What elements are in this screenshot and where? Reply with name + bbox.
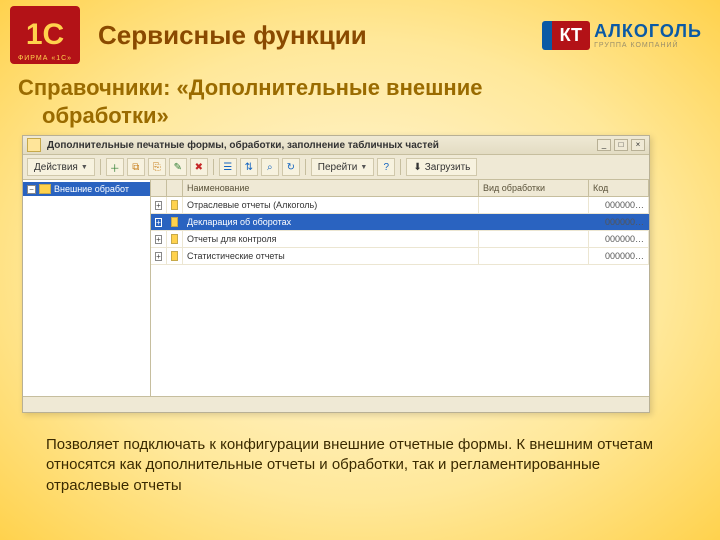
expand-icon: + [155, 218, 162, 227]
grid-row[interactable]: + Отчеты для контроля 000000… [151, 231, 649, 248]
row-icon-cell [167, 197, 183, 213]
close-button[interactable]: × [631, 139, 645, 151]
download-icon: ⬇ [413, 162, 421, 173]
row-toggle-cell[interactable]: + [151, 214, 167, 230]
logo-alkogol: КТ АЛКОГОЛЬ ГРУППА КОМПАНИЙ [542, 21, 702, 50]
logo-kt: КТ [542, 21, 590, 50]
subheading-line1: Справочники: «Дополнительные внешние [18, 75, 482, 100]
toolbar-separator [400, 159, 401, 175]
statusbar [23, 396, 649, 412]
row-name: Декларация об оборотах [183, 214, 479, 230]
tree-root-node[interactable]: − Внешние обработ [23, 182, 150, 196]
window-body: − Внешние обработ Наименование Вид обраб… [23, 180, 649, 396]
move-button[interactable]: ⇅ [240, 158, 258, 176]
grid-row[interactable]: + Декларация об оборотах 000000… [151, 214, 649, 231]
row-kind [479, 197, 589, 213]
tree-panel: − Внешние обработ [23, 180, 151, 396]
grid-rows: + Отраслевые отчеты (Алкоголь) 000000… + Дек… [151, 197, 649, 396]
slide-subheading: Справочники: «Дополнительные внешние обр… [18, 74, 690, 129]
slide-caption: Позволяет подключать к конфигурации внеш… [46, 435, 662, 496]
logo-alko-text: АЛКОГОЛЬ [594, 21, 702, 42]
row-toggle-cell[interactable]: + [151, 197, 167, 213]
grid-col-code[interactable]: Код [589, 180, 649, 196]
row-code: 000000… [589, 248, 649, 264]
grid-col-name[interactable]: Наименование [183, 180, 479, 196]
add-group-button[interactable]: ⧉ [127, 158, 145, 176]
hierarchy-button[interactable]: ☰ [219, 158, 237, 176]
chevron-down-icon: ▼ [360, 164, 367, 171]
slide-header: 1C ФИРМА «1С» Сервисные функции КТ АЛКОГ… [0, 0, 720, 64]
grid-row[interactable]: + Отраслевые отчеты (Алкоголь) 000000… [151, 197, 649, 214]
actions-menu[interactable]: Действия ▼ [27, 158, 95, 176]
logo-alko-sub: ГРУППА КОМПАНИЙ [594, 42, 702, 49]
logo-1c-text: 1C [26, 20, 64, 50]
chevron-down-icon: ▼ [81, 164, 88, 171]
row-code: 000000… [589, 214, 649, 230]
folder-icon [39, 184, 51, 194]
copy-button[interactable]: ⎘ [148, 158, 166, 176]
row-name: Статистические отчеты [183, 248, 479, 264]
window-icon [27, 138, 41, 152]
row-kind [479, 248, 589, 264]
refresh-button[interactable]: ↻ [282, 158, 300, 176]
toolbar: Действия ▼ ＋ ⧉ ⎘ ✎ ✖ ☰ ⇅ ⌕ ↻ Перейти ▼ [23, 155, 649, 180]
toolbar-separator [213, 159, 214, 175]
grid-col-icon [167, 180, 183, 196]
row-name: Отраслевые отчеты (Алкоголь) [183, 197, 479, 213]
row-code: 000000… [589, 231, 649, 247]
row-toggle-cell[interactable]: + [151, 231, 167, 247]
subheading-line2: обработки» [42, 102, 169, 130]
maximize-button[interactable]: □ [614, 139, 628, 151]
row-code: 000000… [589, 197, 649, 213]
logo-1c: 1C ФИРМА «1С» [10, 6, 80, 64]
row-name: Отчеты для контроля [183, 231, 479, 247]
grid-col-toggle [151, 180, 167, 196]
minimize-button[interactable]: _ [597, 139, 611, 151]
load-label: Загрузить [425, 162, 471, 173]
tree-expand-icon[interactable]: − [27, 185, 36, 194]
delete-button[interactable]: ✖ [190, 158, 208, 176]
row-icon-cell [167, 214, 183, 230]
grid-panel: Наименование Вид обработки Код + Отраслев… [151, 180, 649, 396]
titlebar: Дополнительные печатные формы, обработки… [23, 136, 649, 155]
edit-button[interactable]: ✎ [169, 158, 187, 176]
folder-icon [171, 217, 178, 227]
folder-icon [171, 251, 178, 261]
folder-icon [171, 234, 178, 244]
slide-content: Справочники: «Дополнительные внешние обр… [0, 64, 720, 496]
window-title: Дополнительные печатные формы, обработки… [47, 140, 591, 151]
grid-row[interactable]: + Статистические отчеты 000000… [151, 248, 649, 265]
tree-root-label: Внешние обработ [54, 184, 129, 194]
slide-title: Сервисные функции [98, 20, 524, 51]
row-icon-cell [167, 231, 183, 247]
row-kind [479, 231, 589, 247]
actions-label: Действия [34, 162, 78, 173]
row-icon-cell [167, 248, 183, 264]
logo-1c-sub: ФИРМА «1С» [10, 55, 80, 62]
add-button[interactable]: ＋ [106, 158, 124, 176]
toolbar-separator [100, 159, 101, 175]
help-button[interactable]: ? [377, 158, 395, 176]
expand-icon: + [155, 201, 162, 210]
toolbar-separator [305, 159, 306, 175]
slide: 1C ФИРМА «1С» Сервисные функции КТ АЛКОГ… [0, 0, 720, 540]
expand-icon: + [155, 235, 162, 244]
row-toggle-cell[interactable]: + [151, 248, 167, 264]
expand-icon: + [155, 252, 162, 261]
grid-header: Наименование Вид обработки Код [151, 180, 649, 197]
load-button[interactable]: ⬇ Загрузить [406, 158, 477, 176]
goto-menu[interactable]: Перейти ▼ [311, 158, 375, 176]
folder-icon [171, 200, 178, 210]
grid-col-kind[interactable]: Вид обработки [479, 180, 589, 196]
row-kind [479, 214, 589, 230]
goto-label: Перейти [318, 162, 358, 173]
window-buttons: _ □ × [597, 139, 645, 151]
app-window: Дополнительные печатные формы, обработки… [22, 135, 650, 413]
find-button[interactable]: ⌕ [261, 158, 279, 176]
